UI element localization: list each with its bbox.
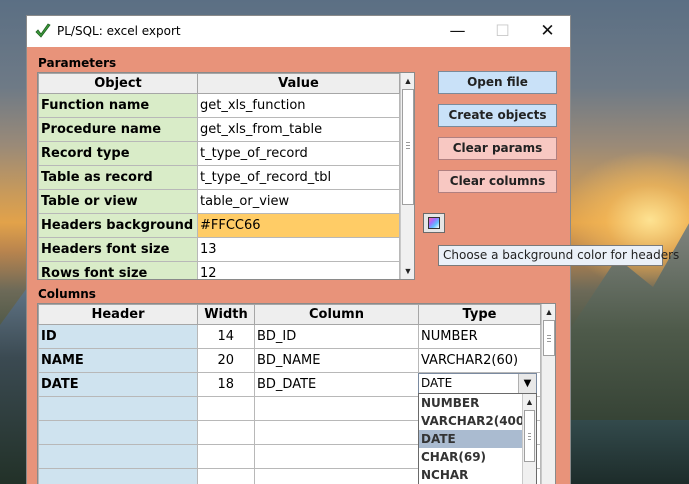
width-cell[interactable] <box>197 468 255 484</box>
column-header-type[interactable]: Type <box>418 304 541 325</box>
type-cell[interactable]: VARCHAR2(60) <box>418 348 541 373</box>
columns-section-label: Columns <box>38 287 96 301</box>
table-row[interactable]: Headers font size 13 <box>38 237 400 262</box>
chevron-down-icon[interactable]: ▼ <box>518 374 536 393</box>
param-value[interactable]: 12 <box>197 261 400 279</box>
create-objects-button[interactable]: Create objects <box>438 104 557 127</box>
type-cell[interactable]: NUMBER <box>418 324 541 349</box>
column-cell[interactable] <box>254 444 419 469</box>
table-row[interactable]: Table or view table_or_view <box>38 189 400 214</box>
param-value[interactable]: table_or_view <box>197 189 400 214</box>
type-list-scrollbar[interactable]: ▲ <box>522 394 536 484</box>
width-cell[interactable] <box>197 396 255 421</box>
column-cell[interactable]: BD_NAME <box>254 348 419 373</box>
header-cell[interactable] <box>38 444 198 469</box>
type-option[interactable]: VARCHAR2(4000) <box>419 412 536 430</box>
column-header-width[interactable]: Width <box>197 304 255 325</box>
tooltip: Choose a background color for headers <box>438 245 679 266</box>
columns-scrollbar[interactable]: ▲ <box>541 304 555 484</box>
param-value[interactable]: get_xls_function <box>197 93 400 118</box>
scroll-up-arrow-icon[interactable]: ▲ <box>542 304 555 320</box>
param-value[interactable]: t_type_of_record_tbl <box>197 165 400 190</box>
param-name: Headers background <box>38 213 198 238</box>
parameters-section-label: Parameters <box>38 56 117 70</box>
width-cell[interactable]: 20 <box>197 348 255 373</box>
type-option[interactable]: CHAR(69) <box>419 448 522 466</box>
scroll-down-arrow-icon[interactable]: ▼ <box>401 263 414 279</box>
table-row[interactable]: ID 14 BD_ID NUMBER <box>38 324 541 349</box>
scroll-thumb[interactable] <box>543 320 555 356</box>
column-header-column[interactable]: Column <box>254 304 419 325</box>
type-option[interactable]: NCHAR <box>419 466 522 484</box>
minimize-button[interactable]: — <box>435 16 480 47</box>
clear-columns-button[interactable]: Clear columns <box>438 170 557 193</box>
table-row[interactable]: Record type t_type_of_record <box>38 141 400 166</box>
column-header-object[interactable]: Object <box>38 73 198 94</box>
width-cell[interactable]: 18 <box>197 372 255 397</box>
header-cell[interactable] <box>38 396 198 421</box>
header-cell[interactable]: NAME <box>38 348 198 373</box>
column-cell[interactable] <box>254 396 419 421</box>
type-dropdown-list[interactable]: NUMBER VARCHAR2(4000) DATE CHAR(69) NCHA… <box>418 393 537 484</box>
param-value-headers-background[interactable]: #FFCC66 <box>197 213 400 238</box>
close-button[interactable]: ✕ <box>525 16 570 47</box>
header-cell[interactable] <box>38 420 198 445</box>
param-name: Procedure name <box>38 117 198 142</box>
table-row[interactable]: Function name get_xls_function <box>38 93 400 118</box>
param-name: Table or view <box>38 189 198 214</box>
type-option[interactable]: NUMBER <box>419 394 522 412</box>
type-option-selected[interactable]: DATE <box>419 430 522 448</box>
param-value[interactable]: 13 <box>197 237 400 262</box>
title-bar[interactable]: PL/SQL: excel export — ☐ ✕ <box>27 16 570 47</box>
column-cell[interactable]: BD_DATE <box>254 372 419 397</box>
table-row[interactable]: Procedure name get_xls_from_table <box>38 117 400 142</box>
type-dropdown[interactable]: DATE ▼ <box>418 373 537 394</box>
scroll-thumb[interactable] <box>524 410 535 462</box>
param-name: Function name <box>38 93 198 118</box>
clear-params-button[interactable]: Clear params <box>438 137 557 160</box>
param-name: Rows font size <box>38 261 198 279</box>
color-picker-button[interactable] <box>423 213 445 233</box>
table-row[interactable]: Table as record t_type_of_record_tbl <box>38 165 400 190</box>
param-value[interactable]: get_xls_from_table <box>197 117 400 142</box>
header-cell[interactable]: ID <box>38 324 198 349</box>
header-cell[interactable]: DATE <box>38 372 198 397</box>
column-cell[interactable]: BD_ID <box>254 324 419 349</box>
type-dropdown-value: DATE <box>421 376 453 390</box>
width-cell[interactable] <box>197 420 255 445</box>
table-row[interactable]: Headers background #FFCC66 <box>38 213 400 238</box>
width-cell[interactable]: 14 <box>197 324 255 349</box>
window-title: PL/SQL: excel export <box>57 24 181 38</box>
param-name: Headers font size <box>38 237 198 262</box>
color-palette-icon <box>428 217 440 229</box>
checkmark-icon <box>35 23 51 38</box>
column-header-header[interactable]: Header <box>38 304 198 325</box>
param-name: Table as record <box>38 165 198 190</box>
parameters-table: Object Value Function name get_xls_funct… <box>37 72 415 280</box>
maximize-button[interactable]: ☐ <box>480 16 525 47</box>
param-name: Record type <box>38 141 198 166</box>
scroll-up-arrow-icon[interactable]: ▲ <box>523 394 536 410</box>
width-cell[interactable] <box>197 444 255 469</box>
table-row[interactable]: Rows font size 12 <box>38 261 400 279</box>
app-window: PL/SQL: excel export — ☐ ✕ Parameters Ob… <box>26 15 679 484</box>
param-value[interactable]: t_type_of_record <box>197 141 400 166</box>
open-file-button[interactable]: Open file <box>438 71 557 94</box>
scroll-thumb[interactable] <box>402 89 414 205</box>
parameters-scrollbar[interactable]: ▲ ▼ <box>400 73 414 279</box>
scroll-up-arrow-icon[interactable]: ▲ <box>401 73 414 89</box>
wallpaper-lake <box>569 420 689 484</box>
column-cell[interactable] <box>254 468 419 484</box>
column-cell[interactable] <box>254 420 419 445</box>
header-cell[interactable] <box>38 468 198 484</box>
column-header-value[interactable]: Value <box>197 73 400 94</box>
table-row[interactable]: NAME 20 BD_NAME VARCHAR2(60) <box>38 348 541 373</box>
